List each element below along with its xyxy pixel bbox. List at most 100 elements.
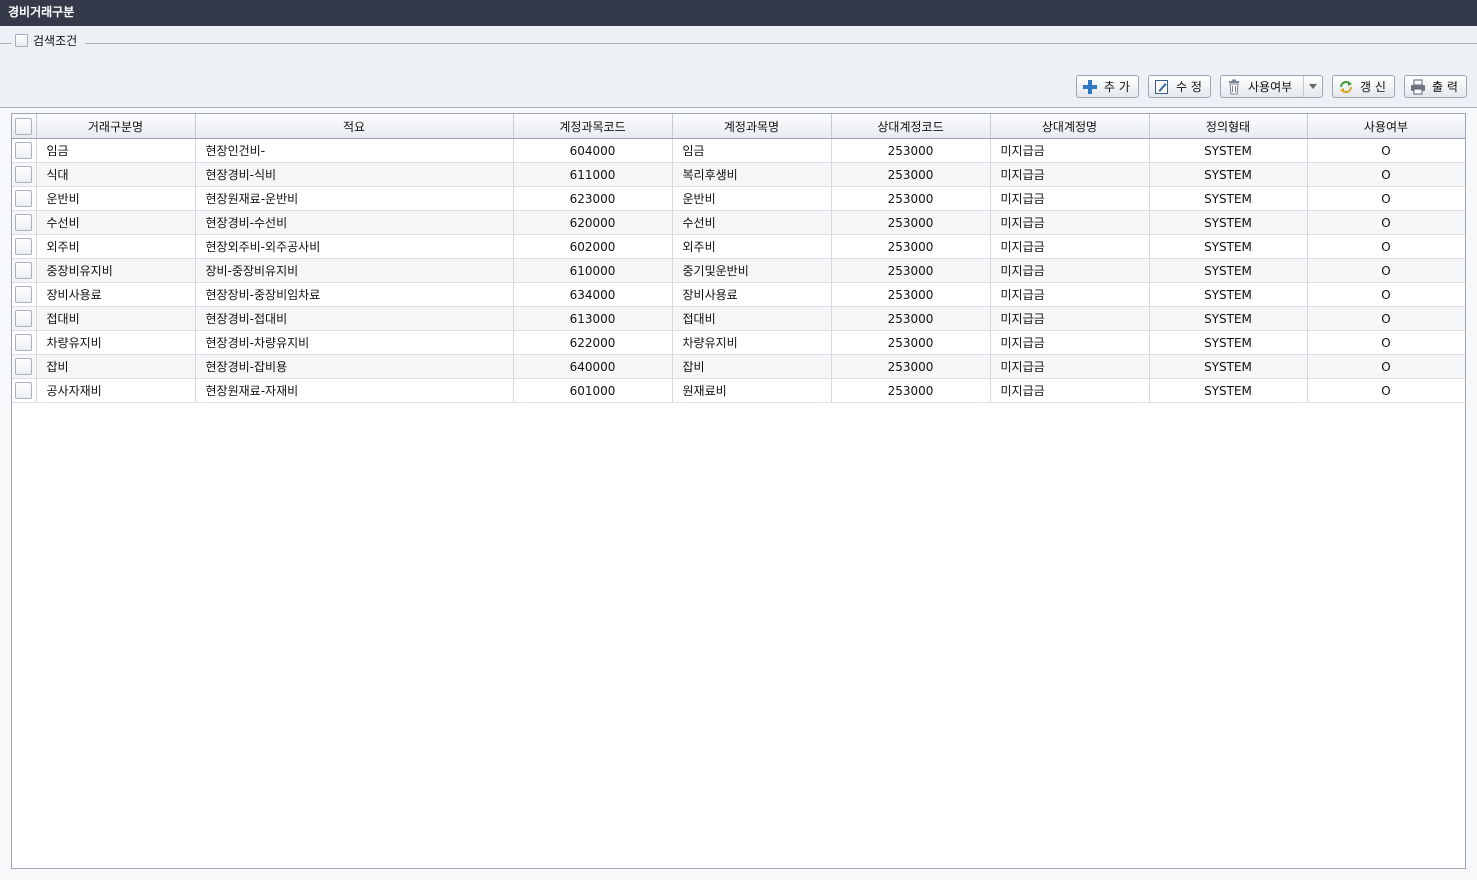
- row-select-cell[interactable]: [12, 354, 37, 379]
- column-header[interactable]: 적요: [195, 114, 514, 139]
- table-cell[interactable]: 601000: [513, 378, 673, 403]
- row-select-cell[interactable]: [12, 330, 37, 355]
- table-cell[interactable]: 미지급금: [990, 378, 1150, 403]
- table-cell[interactable]: 현장경비-차량유지비: [195, 330, 514, 355]
- table-cell[interactable]: SYSTEM: [1149, 162, 1308, 187]
- table-cell[interactable]: SYSTEM: [1149, 378, 1308, 403]
- table-cell[interactable]: 253000: [831, 210, 991, 235]
- table-cell[interactable]: 미지급금: [990, 330, 1150, 355]
- table-cell[interactable]: 외주비: [36, 234, 196, 259]
- table-cell[interactable]: O: [1307, 186, 1465, 211]
- edit-button[interactable]: 수 정: [1148, 75, 1211, 98]
- row-select-cell[interactable]: [12, 378, 37, 403]
- select-all-header[interactable]: [12, 114, 37, 139]
- table-cell[interactable]: 미지급금: [990, 162, 1150, 187]
- table-cell[interactable]: 임금: [36, 138, 196, 163]
- row-checkbox[interactable]: [15, 142, 33, 159]
- table-cell[interactable]: 외주비: [672, 234, 832, 259]
- table-cell[interactable]: SYSTEM: [1149, 234, 1308, 259]
- table-cell[interactable]: 현장경비-수선비: [195, 210, 514, 235]
- row-checkbox[interactable]: [15, 190, 33, 207]
- table-row[interactable]: 공사자재비 현장원재료-자재비 601000 원재료비 253000 미지급금 SYSTEM…: [12, 378, 1465, 403]
- row-select-cell[interactable]: [12, 234, 37, 259]
- table-cell[interactable]: SYSTEM: [1149, 306, 1308, 331]
- table-cell[interactable]: O: [1307, 234, 1465, 259]
- table-cell[interactable]: O: [1307, 282, 1465, 307]
- table-cell[interactable]: 현장경비-식비: [195, 162, 514, 187]
- table-cell[interactable]: 잡비: [36, 354, 196, 379]
- row-select-cell[interactable]: [12, 162, 37, 187]
- chevron-down-icon[interactable]: [1303, 76, 1322, 97]
- row-checkbox[interactable]: [15, 382, 33, 399]
- search-conditions-toggle[interactable]: 검색조건: [13, 32, 81, 48]
- table-cell[interactable]: 253000: [831, 282, 991, 307]
- table-cell[interactable]: 253000: [831, 306, 991, 331]
- table-cell[interactable]: O: [1307, 306, 1465, 331]
- table-row[interactable]: 임금 현장인건비- 604000 임금 253000 미지급금 SYSTEM O: [12, 138, 1465, 163]
- table-cell[interactable]: 634000: [513, 282, 673, 307]
- table-row[interactable]: 잡비 현장경비-잡비용 640000 잡비 253000 미지급금 SYSTEM O: [12, 354, 1465, 379]
- table-cell[interactable]: 접대비: [36, 306, 196, 331]
- table-cell[interactable]: 장비-중장비유지비: [195, 258, 514, 283]
- table-cell[interactable]: O: [1307, 378, 1465, 403]
- row-select-cell[interactable]: [12, 282, 37, 307]
- table-cell[interactable]: 622000: [513, 330, 673, 355]
- table-cell[interactable]: 장비사용료: [672, 282, 832, 307]
- table-row[interactable]: 운반비 현장원재료-운반비 623000 운반비 253000 미지급금 SYSTEM O: [12, 186, 1465, 211]
- column-header[interactable]: 거래구분명: [36, 114, 196, 139]
- row-checkbox[interactable]: [15, 214, 33, 231]
- table-cell[interactable]: 현장원재료-자재비: [195, 378, 514, 403]
- print-button[interactable]: 출 력: [1404, 75, 1467, 98]
- table-cell[interactable]: SYSTEM: [1149, 210, 1308, 235]
- table-cell[interactable]: O: [1307, 138, 1465, 163]
- column-header[interactable]: 상대계정코드: [831, 114, 991, 139]
- table-cell[interactable]: O: [1307, 210, 1465, 235]
- table-cell[interactable]: 접대비: [672, 306, 832, 331]
- table-cell[interactable]: 복리후생비: [672, 162, 832, 187]
- table-cell[interactable]: 현장외주비-외주공사비: [195, 234, 514, 259]
- table-cell[interactable]: 미지급금: [990, 138, 1150, 163]
- table-cell[interactable]: 현장원재료-운반비: [195, 186, 514, 211]
- table-cell[interactable]: 253000: [831, 162, 991, 187]
- table-cell[interactable]: 운반비: [36, 186, 196, 211]
- table-cell[interactable]: 253000: [831, 234, 991, 259]
- table-cell[interactable]: 중장비유지비: [36, 258, 196, 283]
- table-cell[interactable]: 253000: [831, 186, 991, 211]
- column-header[interactable]: 사용여부: [1307, 114, 1465, 139]
- table-cell[interactable]: 잡비: [672, 354, 832, 379]
- table-cell[interactable]: 공사자재비: [36, 378, 196, 403]
- table-cell[interactable]: 미지급금: [990, 354, 1150, 379]
- table-cell[interactable]: 임금: [672, 138, 832, 163]
- table-cell[interactable]: 620000: [513, 210, 673, 235]
- column-header[interactable]: 정의형태: [1149, 114, 1308, 139]
- table-cell[interactable]: 610000: [513, 258, 673, 283]
- table-cell[interactable]: 운반비: [672, 186, 832, 211]
- table-cell[interactable]: 차량유지비: [672, 330, 832, 355]
- table-cell[interactable]: O: [1307, 162, 1465, 187]
- row-checkbox[interactable]: [15, 262, 33, 279]
- column-header[interactable]: 상대계정명: [990, 114, 1150, 139]
- table-cell[interactable]: O: [1307, 330, 1465, 355]
- table-cell[interactable]: 미지급금: [990, 282, 1150, 307]
- table-cell[interactable]: 식대: [36, 162, 196, 187]
- table-cell[interactable]: SYSTEM: [1149, 282, 1308, 307]
- select-all-checkbox[interactable]: [15, 117, 33, 135]
- table-row[interactable]: 접대비 현장경비-접대비 613000 접대비 253000 미지급금 SYSTEM O: [12, 306, 1465, 331]
- table-cell[interactable]: 미지급금: [990, 306, 1150, 331]
- table-cell[interactable]: 미지급금: [990, 258, 1150, 283]
- table-cell[interactable]: 현장장비-중장비임차료: [195, 282, 514, 307]
- table-cell[interactable]: 253000: [831, 138, 991, 163]
- table-cell[interactable]: 253000: [831, 330, 991, 355]
- row-checkbox[interactable]: [15, 286, 33, 303]
- row-select-cell[interactable]: [12, 138, 37, 163]
- table-cell[interactable]: 640000: [513, 354, 673, 379]
- table-row[interactable]: 외주비 현장외주비-외주공사비 602000 외주비 253000 미지급금 SYSTEM O: [12, 234, 1465, 259]
- table-row[interactable]: 차량유지비 현장경비-차량유지비 622000 차량유지비 253000 미지급금 SYST…: [12, 330, 1465, 355]
- row-select-cell[interactable]: [12, 210, 37, 235]
- table-cell[interactable]: 중기및운반비: [672, 258, 832, 283]
- table-cell[interactable]: 623000: [513, 186, 673, 211]
- table-cell[interactable]: 미지급금: [990, 234, 1150, 259]
- row-select-cell[interactable]: [12, 258, 37, 283]
- row-checkbox[interactable]: [15, 166, 33, 183]
- table-cell[interactable]: SYSTEM: [1149, 186, 1308, 211]
